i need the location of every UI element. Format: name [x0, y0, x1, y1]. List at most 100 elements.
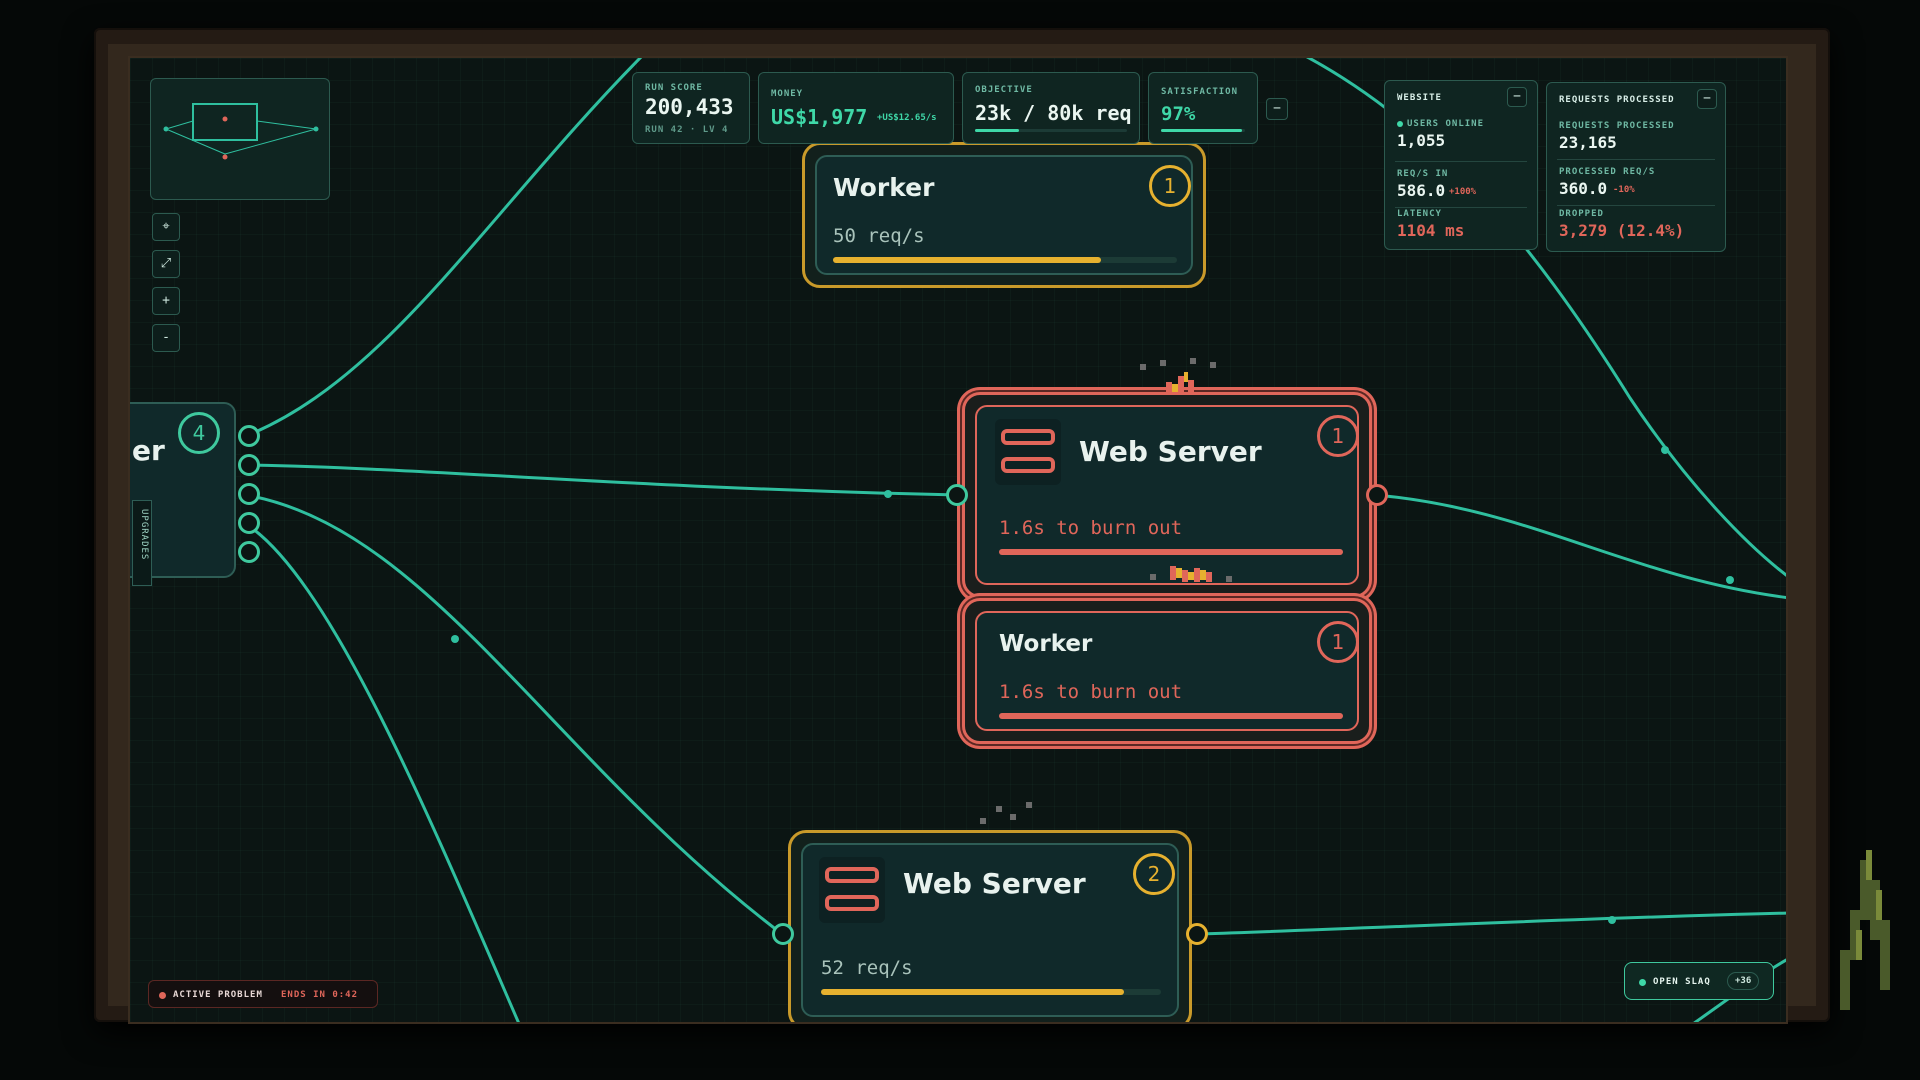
throughput-bar	[833, 257, 1177, 263]
users-online-value: 1,055	[1397, 131, 1446, 150]
burnout-timer: 1.6s to burn out	[999, 681, 1183, 703]
run-level-label: RUN 42 · LV 4	[645, 125, 729, 135]
satisfaction-panel: SATISFACTION 97%	[1148, 72, 1258, 144]
objective-value: 23k / 80k req	[975, 101, 1132, 125]
node-title: Worker	[999, 631, 1093, 657]
upgrades-tab[interactable]: UPGRADES	[132, 500, 152, 586]
objective-progress	[975, 129, 1127, 132]
output-port[interactable]	[238, 483, 260, 505]
worker-node-burning[interactable]: Worker 1 1.6s to burn out	[962, 598, 1372, 744]
output-port[interactable]	[238, 512, 260, 534]
level-badge: 1	[1317, 621, 1359, 663]
node-title: Web Server	[903, 867, 1086, 900]
zoom-in-button[interactable]: +	[152, 287, 180, 315]
requests-title: REQUESTS PROCESSED	[1559, 95, 1675, 105]
users-online-label: USERS ONLINE	[1407, 119, 1485, 129]
minimap-graph	[163, 103, 319, 160]
throughput-bar	[821, 989, 1161, 995]
node-status: 50 req/s	[833, 225, 925, 247]
dropped-row: DROPPED 3,279 (12.4%)	[1559, 209, 1684, 240]
run-score-value: 200,433	[645, 95, 734, 119]
wire-webserver-out	[1374, 493, 1786, 599]
latency-value: 1104 ms	[1397, 221, 1465, 240]
online-dot	[1639, 979, 1646, 986]
money-label: MONEY	[771, 89, 804, 99]
satisfaction-progress	[1161, 129, 1245, 132]
output-port[interactable]	[238, 425, 260, 447]
upgrades-tab-label: UPGRADES	[139, 509, 149, 561]
output-port[interactable]	[238, 541, 260, 563]
latency-row: LATENCY 1104 ms	[1397, 209, 1464, 240]
level-badge: 1	[1149, 165, 1191, 207]
website-title: WEBSITE	[1397, 93, 1442, 103]
objective-label: OBJECTIVE	[975, 85, 1033, 95]
dropped-label: DROPPED	[1559, 209, 1604, 219]
processed-label: REQUESTS PROCESSED	[1559, 121, 1675, 131]
input-port[interactable]	[772, 923, 794, 945]
node-status: 52 req/s	[821, 957, 913, 979]
output-port[interactable]	[1366, 484, 1388, 506]
packet-dot	[884, 490, 892, 498]
burnout-bar	[999, 549, 1343, 555]
money-panel: MONEY US$1,977 +US$12.65/s	[758, 72, 954, 144]
requests-collapse-button[interactable]: −	[1697, 89, 1717, 109]
fire-icon	[1150, 566, 1232, 582]
web-server-node[interactable]: Web Server 2 52 req/s	[788, 830, 1192, 1022]
output-port[interactable]	[1186, 923, 1208, 945]
load-balancer-node[interactable]: er 4 UPGRADES	[130, 402, 236, 586]
node-title: Worker	[833, 173, 935, 202]
output-port[interactable]	[238, 454, 260, 476]
hud-collapse-button[interactable]: −	[1266, 98, 1288, 120]
packet-dot	[1726, 576, 1734, 584]
wire-left-down	[245, 522, 520, 1022]
users-online-row: USERS ONLINE 1,055	[1395, 111, 1527, 162]
server-icon	[995, 419, 1061, 485]
wire-webserver-bottom-out	[1199, 911, 1786, 936]
packet-dot	[451, 635, 459, 643]
open-slaq-label: OPEN SLAQ	[1653, 977, 1711, 987]
worker-node-top[interactable]: Worker 1 50 req/s	[802, 142, 1206, 288]
plant-icon	[1840, 850, 1890, 1010]
fit-view-button[interactable]: ⌖	[152, 213, 180, 241]
objective-panel: OBJECTIVE 23k / 80k req	[962, 72, 1140, 144]
zoom-out-button[interactable]: -	[152, 324, 180, 352]
fullscreen-button[interactable]: ⤢	[152, 250, 180, 278]
dropped-value: 3,279 (12.4%)	[1559, 221, 1685, 240]
level-badge: 1	[1317, 415, 1359, 457]
minimap[interactable]	[150, 78, 330, 200]
packet-dot	[1608, 916, 1616, 924]
input-port[interactable]	[946, 484, 968, 506]
processed-rate-label: PROCESSED REQ/S	[1559, 167, 1656, 177]
active-problem-banner[interactable]: ACTIVE PROBLEM ENDS IN 0:42	[148, 980, 378, 1008]
reqs-in-row: REQ/S IN 586.0 +100%	[1395, 163, 1527, 208]
status-dot	[1397, 121, 1403, 127]
wire-left-to-webserver	[245, 463, 959, 497]
active-problem-label: ACTIVE PROBLEM	[173, 990, 263, 1000]
money-value: US$1,977	[771, 105, 868, 129]
alert-dot	[159, 992, 166, 999]
unread-badge: +36	[1727, 972, 1760, 990]
website-collapse-button[interactable]: −	[1507, 87, 1527, 107]
run-score-panel: RUN SCORE 200,433 RUN 42 · LV 4	[632, 72, 750, 144]
processed-rate-delta: -10%	[1613, 185, 1635, 195]
satisfaction-value: 97%	[1161, 103, 1196, 125]
reqs-in-label: REQ/S IN	[1397, 169, 1449, 179]
open-slaq-button[interactable]: OPEN SLAQ +36	[1624, 962, 1774, 1000]
level-badge: 2	[1133, 853, 1175, 895]
satisfaction-label: SATISFACTION	[1161, 87, 1239, 97]
packet-dot	[1661, 446, 1669, 454]
processed-rate-value: 360.0	[1559, 179, 1608, 198]
level-badge: 4	[178, 412, 220, 454]
problem-timer: ENDS IN 0:42	[281, 990, 359, 1000]
money-rate: +US$12.65/s	[877, 113, 937, 123]
run-score-label: RUN SCORE	[645, 83, 703, 93]
reqs-in-delta: +100%	[1449, 187, 1477, 197]
processed-value: 23,165	[1559, 133, 1617, 152]
requests-panel: REQUESTS PROCESSED − REQUESTS PROCESSED …	[1546, 82, 1726, 252]
wire-left-to-webserver-bottom	[245, 493, 783, 936]
game-canvas[interactable]: ⌖ ⤢ + - er 4 UPGRADES Worker 1 50 req/s …	[128, 56, 1788, 1024]
burnout-bar	[999, 713, 1343, 719]
processed-row: REQUESTS PROCESSED 23,165	[1557, 113, 1715, 160]
latency-label: LATENCY	[1397, 209, 1442, 219]
fire-icon	[1140, 358, 1216, 392]
